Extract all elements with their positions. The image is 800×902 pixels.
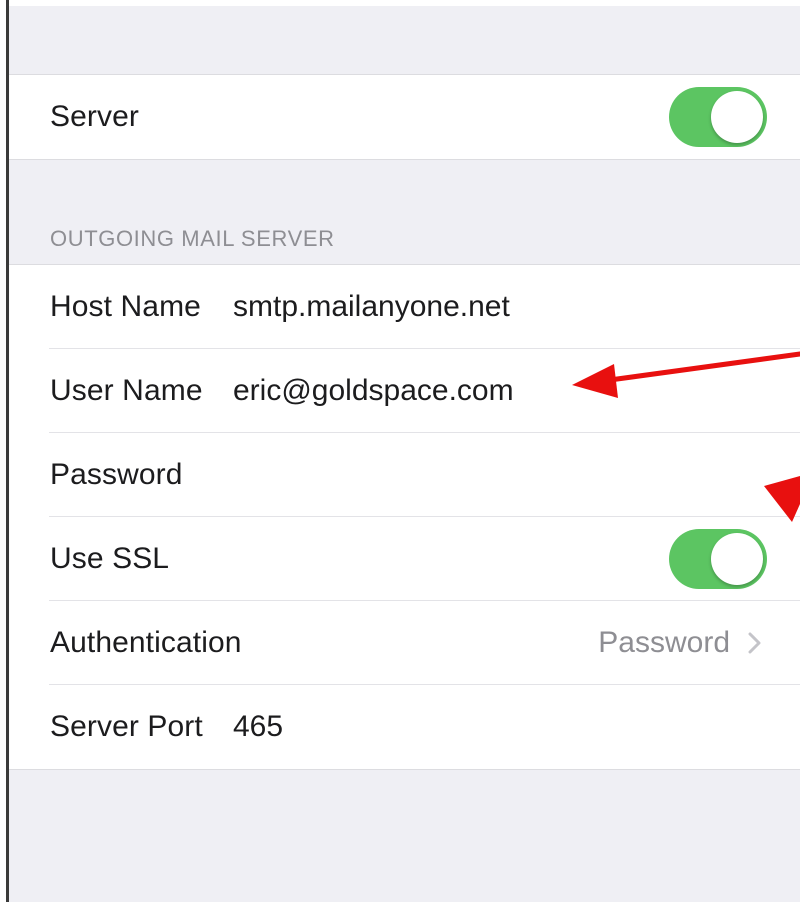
server-label: Server (50, 100, 139, 133)
password-label: Password (50, 458, 183, 491)
server-port-label: Server Port (50, 710, 203, 743)
use-ssl-label: Use SSL (50, 542, 170, 575)
authentication-label: Authentication (50, 626, 242, 659)
server-port-field[interactable]: 465 (233, 710, 283, 744)
settings-screen: Server OUTGOING MAIL SERVER Host Name sm… (9, 6, 800, 902)
use-ssl-toggle-knob (711, 533, 763, 585)
user-name-row[interactable]: User Name eric@goldspace.com (9, 349, 800, 433)
password-row[interactable]: Password (9, 433, 800, 517)
server-toggle-knob (711, 91, 763, 143)
user-name-label: User Name (50, 374, 203, 407)
host-name-label: Host Name (50, 290, 201, 323)
authentication-value: Password (598, 626, 730, 659)
use-ssl-toggle[interactable] (669, 529, 767, 589)
host-name-row[interactable]: Host Name smtp.mailanyone.net (9, 265, 800, 349)
host-name-field[interactable]: smtp.mailanyone.net (233, 290, 510, 324)
server-group: Server (9, 74, 800, 160)
use-ssl-row[interactable]: Use SSL (9, 517, 800, 601)
server-toggle[interactable] (669, 87, 767, 147)
chevron-right-icon (748, 632, 761, 654)
authentication-row[interactable]: Authentication Password (9, 601, 800, 685)
server-port-row[interactable]: Server Port 465 (9, 685, 800, 769)
screenshot-frame: Server OUTGOING MAIL SERVER Host Name sm… (0, 0, 800, 902)
server-row[interactable]: Server (9, 75, 800, 159)
user-name-field[interactable]: eric@goldspace.com (233, 374, 514, 408)
outgoing-mail-server-group: Host Name smtp.mailanyone.net User Name … (9, 264, 800, 770)
outgoing-mail-server-header: OUTGOING MAIL SERVER (50, 226, 335, 251)
